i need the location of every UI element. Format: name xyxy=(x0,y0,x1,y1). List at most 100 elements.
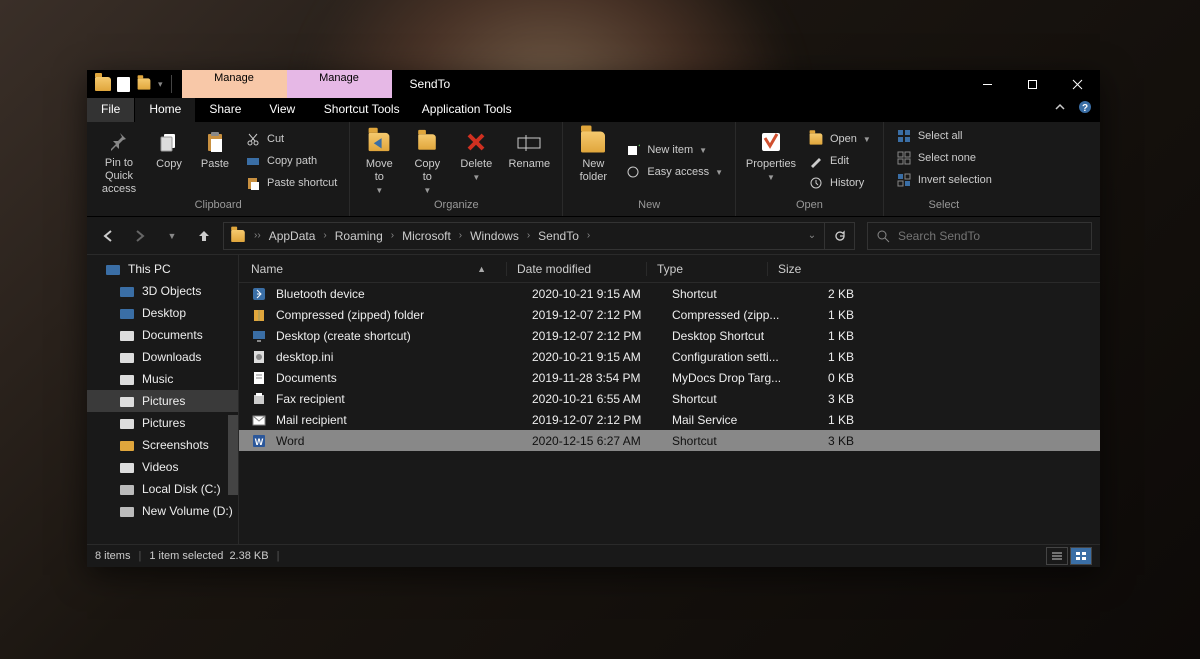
file-row[interactable]: Documents2019-11-28 3:54 PMMyDocs Drop T… xyxy=(239,367,1100,388)
file-list-pane: Name▲ Date modified Type Size Bluetooth … xyxy=(239,255,1100,544)
nav-item[interactable]: Desktop xyxy=(87,302,238,324)
file-row[interactable]: Desktop (create shortcut)2019-12-07 2:12… xyxy=(239,325,1100,346)
file-size: 1 KB xyxy=(783,413,864,427)
app-icon xyxy=(95,77,111,91)
chevron-down-icon: ▼ xyxy=(715,168,723,177)
contextual-tab-shortcut-tools-badge[interactable]: Manage xyxy=(182,70,287,98)
qat-dropdown-icon[interactable]: ▾ xyxy=(158,79,163,90)
refresh-button[interactable] xyxy=(824,223,854,249)
address-bar[interactable]: › › AppData›Roaming›Microsoft›Windows›Se… xyxy=(223,222,855,250)
nav-item[interactable]: Pictures xyxy=(87,412,238,434)
scrollbar-thumb[interactable] xyxy=(228,415,238,495)
edit-icon xyxy=(808,153,824,169)
move-to-icon xyxy=(365,128,393,156)
contextual-tab-application-tools-badge[interactable]: Manage xyxy=(287,70,392,98)
file-row[interactable]: Fax recipient2020-10-21 6:55 AMShortcut3… xyxy=(239,388,1100,409)
nav-item[interactable]: Videos xyxy=(87,456,238,478)
chevron-down-icon: ▼ xyxy=(767,173,775,182)
tab-shortcut-tools[interactable]: Shortcut Tools xyxy=(309,98,414,122)
tab-application-tools[interactable]: Application Tools xyxy=(414,98,519,122)
breadcrumb-segment[interactable]: Roaming xyxy=(329,223,389,249)
select-none-icon xyxy=(896,150,912,166)
recent-locations-button[interactable]: ▼ xyxy=(159,223,185,249)
nav-item[interactable]: Screenshots xyxy=(87,434,238,456)
nav-item[interactable]: Music xyxy=(87,368,238,390)
tab-view[interactable]: View xyxy=(255,98,309,122)
qat-new-doc-icon[interactable] xyxy=(117,77,130,92)
file-row[interactable]: Compressed (zipped) folder2019-12-07 2:1… xyxy=(239,304,1100,325)
tab-home[interactable]: Home xyxy=(135,98,195,122)
nav-item-label: Downloads xyxy=(142,350,201,364)
close-button[interactable] xyxy=(1055,70,1100,98)
thumbnails-view-button[interactable] xyxy=(1070,547,1092,565)
back-button[interactable] xyxy=(95,223,121,249)
forward-button[interactable] xyxy=(127,223,153,249)
nav-item[interactable]: New Volume (D:) xyxy=(87,500,238,522)
column-header-name[interactable]: Name▲ xyxy=(251,262,506,276)
navigation-pane[interactable]: This PC3D Objects Desktop Documents Downloa… xyxy=(87,255,239,544)
nav-item[interactable]: Local Disk (C:) xyxy=(87,478,238,500)
nav-item[interactable]: This PC xyxy=(87,258,238,280)
paste-button[interactable]: Paste xyxy=(195,126,235,196)
history-icon xyxy=(808,175,824,191)
select-all-button[interactable]: Select all xyxy=(892,126,996,146)
search-box[interactable] xyxy=(867,222,1092,250)
copy-button[interactable]: Copy xyxy=(149,126,189,196)
nav-item-label: Desktop xyxy=(142,306,186,320)
help-button[interactable]: ? xyxy=(1078,98,1100,122)
easy-access-button[interactable]: Easy access ▼ xyxy=(621,162,727,182)
breadcrumb-segment[interactable]: SendTo xyxy=(532,223,585,249)
search-input[interactable] xyxy=(898,229,1083,243)
new-item-button[interactable]: ✦New item ▼ xyxy=(621,140,727,160)
tab-file[interactable]: File xyxy=(87,98,135,122)
pin-to-quick-access-button[interactable]: Pin to Quick access xyxy=(95,126,143,196)
nav-item[interactable]: Pictures xyxy=(87,390,238,412)
up-button[interactable] xyxy=(191,223,217,249)
open-button[interactable]: Open ▼ xyxy=(804,129,875,149)
breadcrumb-segment[interactable]: Microsoft xyxy=(396,223,457,249)
breadcrumb-segment[interactable]: Windows xyxy=(464,223,525,249)
rename-button[interactable]: Rename xyxy=(504,126,554,196)
column-header-type[interactable]: Type xyxy=(646,262,767,276)
file-row[interactable]: Mail recipient2019-12-07 2:12 PMMail Ser… xyxy=(239,409,1100,430)
pc-icon xyxy=(105,262,121,276)
breadcrumb-root[interactable] xyxy=(224,223,252,249)
file-size: 1 KB xyxy=(783,329,864,343)
history-button[interactable]: History xyxy=(804,173,875,193)
select-none-button[interactable]: Select none xyxy=(892,148,996,168)
column-header-date[interactable]: Date modified xyxy=(506,262,646,276)
music-icon xyxy=(119,372,135,386)
rename-icon xyxy=(515,128,543,156)
nav-item[interactable]: Downloads xyxy=(87,346,238,368)
chevron-down-icon: ▼ xyxy=(375,186,383,195)
tab-share[interactable]: Share xyxy=(195,98,255,122)
nav-item[interactable]: Documents xyxy=(87,324,238,346)
details-view-button[interactable] xyxy=(1046,547,1068,565)
edit-button[interactable]: Edit xyxy=(804,151,875,171)
qat-folder-icon[interactable] xyxy=(138,78,151,89)
maximize-button[interactable] xyxy=(1010,70,1055,98)
properties-button[interactable]: Properties ▼ xyxy=(744,126,798,196)
desktop-icon xyxy=(251,328,267,344)
file-row[interactable]: desktop.ini2020-10-21 9:15 AMConfigurati… xyxy=(239,346,1100,367)
3d-icon xyxy=(119,284,135,298)
cut-button[interactable]: Cut xyxy=(241,129,341,149)
delete-button[interactable]: Delete ▼ xyxy=(454,126,498,196)
breadcrumb-segment[interactable]: AppData xyxy=(263,223,322,249)
new-folder-button[interactable]: New folder xyxy=(571,126,615,196)
column-header-size[interactable]: Size xyxy=(767,262,848,276)
copy-path-button[interactable]: Copy path xyxy=(241,151,341,171)
file-row[interactable]: WWord2020-12-15 6:27 AMShortcut3 KB xyxy=(239,430,1100,451)
nav-item-label: Videos xyxy=(142,460,178,474)
move-to-button[interactable]: Move to ▼ xyxy=(358,126,400,196)
invert-selection-button[interactable]: Invert selection xyxy=(892,170,996,190)
collapse-ribbon-button[interactable] xyxy=(1054,98,1078,122)
copy-to-button[interactable]: Copy to ▼ xyxy=(406,126,448,196)
file-row[interactable]: Bluetooth device2020-10-21 9:15 AMShortc… xyxy=(239,283,1100,304)
nav-item[interactable]: 3D Objects xyxy=(87,280,238,302)
minimize-button[interactable] xyxy=(965,70,1010,98)
paste-icon xyxy=(201,128,229,156)
delete-icon xyxy=(462,128,490,156)
paste-shortcut-button[interactable]: Paste shortcut xyxy=(241,173,341,193)
address-dropdown-button[interactable]: ⌄ xyxy=(800,223,824,249)
